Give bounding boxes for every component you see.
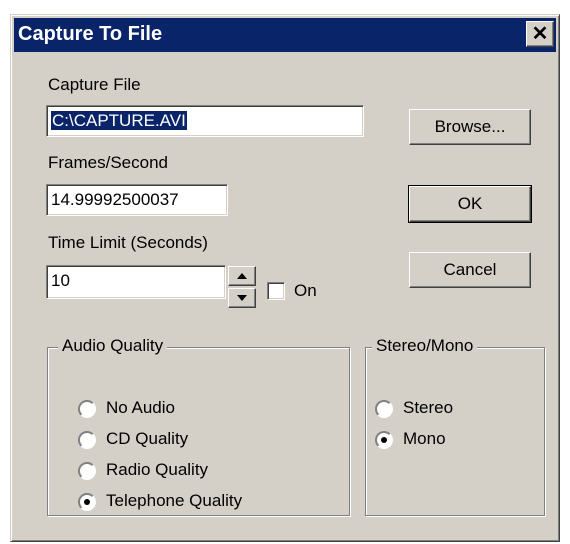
radio-icon xyxy=(78,493,96,511)
radio-label: CD Quality xyxy=(106,429,189,448)
radio-label: Stereo xyxy=(403,398,454,417)
capture-file-label: Capture File xyxy=(48,75,141,94)
cancel-button[interactable]: Cancel xyxy=(409,252,531,288)
radio-cd-quality[interactable]: CD Quality xyxy=(78,429,318,451)
ok-button-label: OK xyxy=(457,194,483,213)
radio-telephone-quality[interactable]: Telephone Quality xyxy=(78,491,318,513)
up-arrow-icon xyxy=(237,273,247,279)
spin-up-button[interactable] xyxy=(228,266,256,286)
radio-icon xyxy=(375,431,393,449)
window-title: Capture To File xyxy=(18,23,163,45)
radio-icon xyxy=(78,431,96,449)
radio-selected-dot xyxy=(84,499,90,505)
browse-button[interactable]: Browse... xyxy=(409,109,531,145)
radio-label: Mono xyxy=(403,429,446,448)
audio-quality-title: Audio Quality xyxy=(58,336,168,356)
capture-file-value: C:\CAPTURE.AVI xyxy=(51,111,187,130)
time-limit-on-checkbox[interactable] xyxy=(267,282,285,300)
down-arrow-icon xyxy=(237,295,247,301)
radio-icon xyxy=(78,400,96,418)
browse-button-label: Browse... xyxy=(434,117,506,136)
time-limit-input[interactable]: 10 xyxy=(46,265,226,299)
radio-icon xyxy=(375,400,393,418)
radio-mono[interactable]: Mono xyxy=(375,429,525,451)
radio-stereo[interactable]: Stereo xyxy=(375,398,525,420)
spin-down-button[interactable] xyxy=(228,288,256,308)
capture-file-input[interactable]: C:\CAPTURE.AVI xyxy=(46,105,364,137)
title-bar[interactable]: Capture To File ✕ xyxy=(14,18,556,52)
radio-icon xyxy=(78,462,96,480)
radio-label: No Audio xyxy=(106,398,175,417)
radio-selected-dot xyxy=(381,437,387,443)
stereo-mono-title: Stereo/Mono xyxy=(372,336,478,356)
time-limit-value: 10 xyxy=(51,271,70,290)
radio-label: Radio Quality xyxy=(106,460,209,479)
radio-no-audio[interactable]: No Audio xyxy=(78,398,318,420)
frames-per-second-label: Frames/Second xyxy=(48,153,168,172)
radio-radio-quality[interactable]: Radio Quality xyxy=(78,460,318,482)
frames-per-second-value: 14.99992500037 xyxy=(51,190,179,209)
radio-label: Telephone Quality xyxy=(106,491,243,510)
time-limit-on-label: On xyxy=(294,281,317,300)
close-button[interactable]: ✕ xyxy=(526,21,554,47)
stereo-mono-group: Stereo/Mono Stereo Mono xyxy=(365,336,545,516)
time-limit-label: Time Limit (Seconds) xyxy=(48,233,208,252)
ok-button[interactable]: OK xyxy=(408,185,532,223)
close-icon: ✕ xyxy=(531,23,549,45)
capture-to-file-dialog: Capture To File ✕ Capture File C:\CAPTUR… xyxy=(10,14,560,542)
frames-per-second-input[interactable]: 14.99992500037 xyxy=(46,184,228,216)
cancel-button-label: Cancel xyxy=(443,260,497,279)
audio-quality-group: Audio Quality No Audio CD Quality Radio … xyxy=(47,336,350,516)
